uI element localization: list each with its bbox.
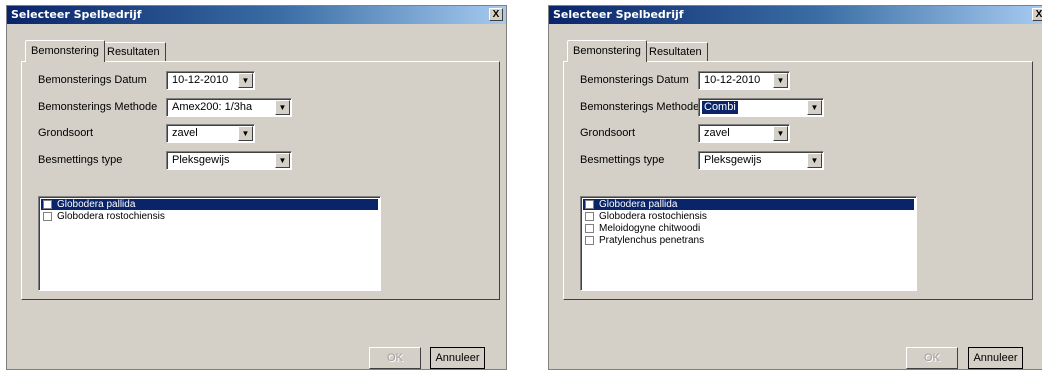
tab-bemonstering[interactable]: Bemonstering xyxy=(25,40,105,62)
list-item[interactable]: Globodera rostochiensis xyxy=(583,211,914,222)
list-item[interactable]: Globodera pallida xyxy=(583,199,914,210)
checkbox[interactable] xyxy=(585,224,594,233)
bemonsterings-methode-combo[interactable]: Combi ▼ xyxy=(698,98,824,117)
dialog-selecteer-spelbedrijf-1: Selecteer Spelbedrijf X Bemonstering Res… xyxy=(6,5,507,370)
besmettings-type-combo[interactable]: Pleksgewijs ▼ xyxy=(166,151,292,170)
checkbox[interactable] xyxy=(585,200,594,209)
species-checklist[interactable]: Globodera pallida Globodera rostochiensi… xyxy=(38,196,381,291)
ok-button[interactable]: OK xyxy=(369,347,421,369)
combo-value: Amex200: 1/3ha xyxy=(172,101,253,113)
label-besmettings-type: Besmettings type xyxy=(580,154,665,166)
cancel-button[interactable]: Annuleer xyxy=(968,347,1023,369)
chevron-down-icon[interactable]: ▼ xyxy=(807,100,822,115)
label-bemonsterings-methode: Bemonsterings Methode xyxy=(580,101,700,113)
chevron-down-icon[interactable]: ▼ xyxy=(773,73,788,88)
close-button[interactable]: X xyxy=(1032,8,1042,21)
list-item-label: Meloidogyne chitwoodi xyxy=(599,223,701,234)
list-item-label: Globodera rostochiensis xyxy=(599,211,707,222)
species-checklist[interactable]: Globodera pallida Globodera rostochiensi… xyxy=(580,196,917,291)
list-item[interactable]: Meloidogyne chitwoodi xyxy=(583,223,914,234)
list-item-label: Globodera rostochiensis xyxy=(57,211,165,222)
label-grondsoort: Grondsoort xyxy=(38,127,94,139)
checkbox[interactable] xyxy=(585,236,594,245)
checkbox[interactable] xyxy=(43,200,52,209)
label-besmettings-type: Besmettings type xyxy=(38,154,123,166)
list-item-label: Globodera pallida xyxy=(57,199,136,210)
combo-value: 10-12-2010 xyxy=(704,74,761,86)
combo-value: zavel xyxy=(172,127,198,139)
tab-bemonstering[interactable]: Bemonstering xyxy=(567,40,647,62)
checkbox[interactable] xyxy=(585,212,594,221)
chevron-down-icon[interactable]: ▼ xyxy=(275,100,290,115)
close-button[interactable]: X xyxy=(489,8,503,21)
tab-panel-bemonstering: Bemonsterings Datum 10-12-2010 ▼ Bemonst… xyxy=(563,61,1033,300)
list-item-label: Globodera pallida xyxy=(599,199,678,210)
list-item[interactable]: Pratylenchus penetrans xyxy=(583,235,914,246)
label-bemonsterings-datum: Bemonsterings Datum xyxy=(580,74,689,86)
dialog-title: Selecteer Spelbedrijf xyxy=(553,8,684,21)
tab-resultaten[interactable]: Resultaten xyxy=(101,42,166,61)
grondsoort-combo[interactable]: zavel ▼ xyxy=(166,124,255,143)
chevron-down-icon[interactable]: ▼ xyxy=(807,153,822,168)
list-item-label: Pratylenchus penetrans xyxy=(599,235,705,246)
label-bemonsterings-datum: Bemonsterings Datum xyxy=(38,74,147,86)
ok-button[interactable]: OK xyxy=(906,347,958,369)
combo-value: zavel xyxy=(704,127,730,139)
dialog-title-bar[interactable]: Selecteer Spelbedrijf xyxy=(7,6,506,24)
bemonsterings-datum-combo[interactable]: 10-12-2010 ▼ xyxy=(166,71,255,90)
chevron-down-icon[interactable]: ▼ xyxy=(238,73,253,88)
chevron-down-icon[interactable]: ▼ xyxy=(773,126,788,141)
combo-value: 10-12-2010 xyxy=(172,74,229,86)
bemonsterings-datum-combo[interactable]: 10-12-2010 ▼ xyxy=(698,71,790,90)
dialog-selecteer-spelbedrijf-2: Selecteer Spelbedrijf X Bemonstering Res… xyxy=(548,5,1042,370)
combo-value: Pleksgewijs xyxy=(172,154,230,166)
label-bemonsterings-methode: Bemonsterings Methode xyxy=(38,101,158,113)
chevron-down-icon[interactable]: ▼ xyxy=(275,153,290,168)
tab-resultaten[interactable]: Resultaten xyxy=(643,42,708,61)
close-icon: X xyxy=(492,9,500,20)
close-icon: X xyxy=(1035,9,1042,20)
cancel-button[interactable]: Annuleer xyxy=(430,347,485,369)
list-item[interactable]: Globodera rostochiensis xyxy=(41,211,378,222)
combo-value: Pleksgewijs xyxy=(704,154,762,166)
list-item[interactable]: Globodera pallida xyxy=(41,199,378,210)
grondsoort-combo[interactable]: zavel ▼ xyxy=(698,124,790,143)
dialog-title: Selecteer Spelbedrijf xyxy=(11,8,142,21)
tab-panel-bemonstering: Bemonsterings Datum 10-12-2010 ▼ Bemonst… xyxy=(21,61,500,300)
combo-value: Combi xyxy=(702,101,738,114)
bemonsterings-methode-combo[interactable]: Amex200: 1/3ha ▼ xyxy=(166,98,292,117)
label-grondsoort: Grondsoort xyxy=(580,127,636,139)
besmettings-type-combo[interactable]: Pleksgewijs ▼ xyxy=(698,151,824,170)
checkbox[interactable] xyxy=(43,212,52,221)
dialog-title-bar[interactable]: Selecteer Spelbedrijf xyxy=(549,6,1042,24)
chevron-down-icon[interactable]: ▼ xyxy=(238,126,253,141)
